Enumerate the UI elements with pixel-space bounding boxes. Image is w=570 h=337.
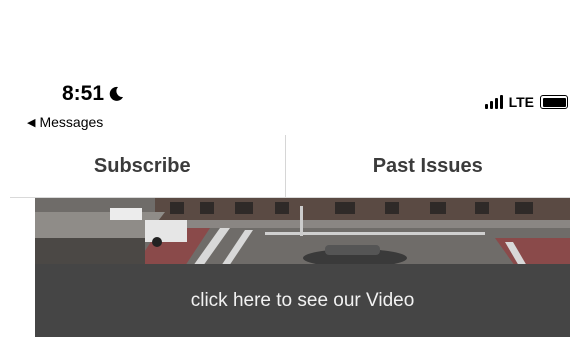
street-video-thumbnail	[35, 198, 570, 266]
battery-icon	[540, 95, 568, 109]
tab-past-issues[interactable]: Past Issues	[286, 135, 570, 197]
video-caption-text: click here to see our Video	[190, 289, 415, 311]
back-link-label: Messages	[39, 114, 104, 130]
newsletter-tabs: Subscribe Past Issues	[0, 135, 570, 197]
status-time: 8:51	[62, 82, 124, 106]
network-type: LTE	[508, 94, 534, 110]
video-link[interactable]: click here to see our Video	[35, 198, 570, 337]
cellular-signal-icon	[484, 95, 503, 109]
status-indicators: LTE	[484, 94, 568, 110]
tab-subscribe[interactable]: Subscribe	[0, 135, 285, 197]
video-caption-bar: click here to see our Video	[35, 264, 570, 337]
back-to-messages-link[interactable]: ◀ Messages	[27, 114, 103, 130]
status-time-text: 8:51	[62, 82, 105, 105]
crescent-moon-icon	[109, 86, 124, 101]
back-arrow-icon: ◀	[27, 116, 36, 129]
battery-level-fill	[542, 97, 566, 107]
